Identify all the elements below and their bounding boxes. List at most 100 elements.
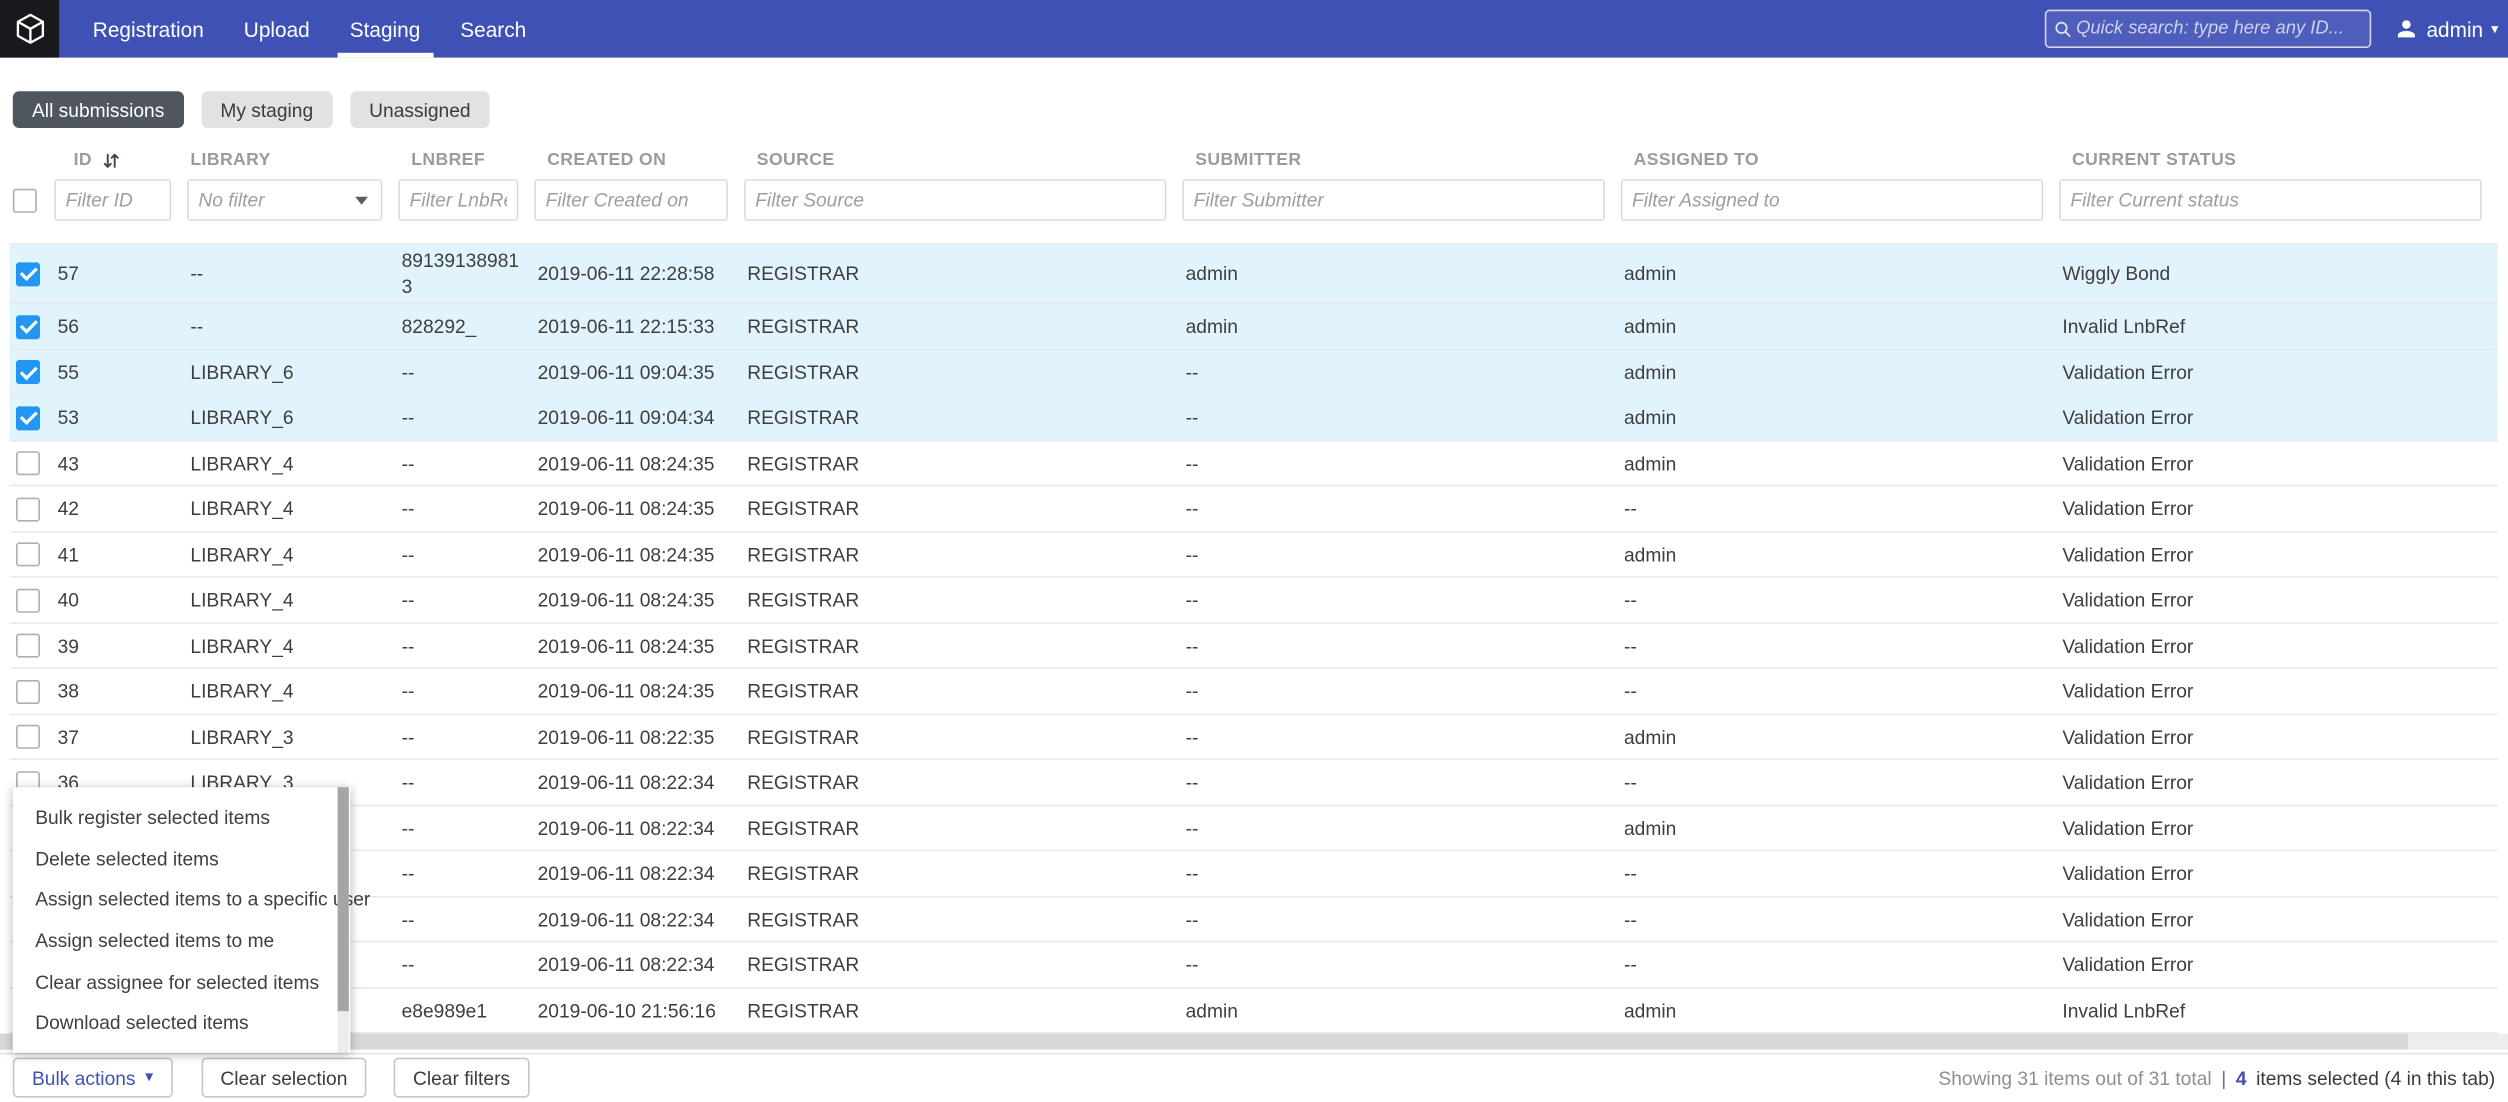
cell-submitter: -- [1182,677,1620,706]
row-checkbox[interactable] [16,406,40,430]
cell-source: REGISTRAR [744,768,1182,797]
row-checkbox[interactable] [16,262,40,286]
row-checkbox[interactable] [16,588,40,612]
table-row[interactable]: 36 LIBRARY_3 -- 2019-06-11 08:22:34 REGI… [10,761,2497,807]
column-header-current-status[interactable]: CURRENT STATUS [2059,150,2497,169]
column-header-id[interactable]: ID [54,150,187,171]
cell-current-status: Validation Error [2059,814,2497,843]
user-menu[interactable]: admin ▾ [2393,16,2499,42]
cell-assigned-to: -- [1621,495,2059,524]
nav-item-upload[interactable]: Upload [231,0,323,58]
cell-current-status: Validation Error [2059,631,2497,660]
table-row[interactable]: -- 2019-06-11 08:22:34 REGISTRAR -- -- V… [10,897,2497,943]
table-header: ID LIBRARY LNBREF CREATED ON SOURCE SUBM… [10,146,2497,175]
column-header-library[interactable]: LIBRARY [187,150,398,169]
cell-submitter: admin [1182,312,1620,341]
cell-assigned-to: admin [1621,403,2059,432]
nav-item-staging[interactable]: Staging [337,0,433,58]
filter-library-select[interactable]: No filter [187,179,382,221]
row-checkbox[interactable] [16,679,40,703]
cell-created-on: 2019-06-11 09:04:34 [534,403,744,432]
filter-source-input[interactable] [744,179,1166,221]
cell-current-status: Validation Error [2059,723,2497,752]
menu-item-assign-selected-items-to-me[interactable]: Assign selected items to me [13,920,335,961]
column-header-submitter[interactable]: SUBMITTER [1182,150,1620,169]
column-header-assigned-to[interactable]: ASSIGNED TO [1621,150,2059,169]
cell-created-on: 2019-06-11 08:24:35 [534,586,744,615]
table-row[interactable]: 39 LIBRARY_4 -- 2019-06-11 08:24:35 REGI… [10,624,2497,670]
row-checkbox[interactable] [16,634,40,658]
column-label: LIBRARY [190,150,270,169]
app-logo[interactable] [0,0,59,58]
row-checkbox[interactable] [16,360,40,384]
filter-assigned-to-input[interactable] [1621,179,2043,221]
row-checkbox[interactable] [16,725,40,749]
cell-assigned-to: admin [1621,260,2059,289]
table-row[interactable]: 40 LIBRARY_4 -- 2019-06-11 08:24:35 REGI… [10,578,2497,624]
cell-current-status: Validation Error [2059,586,2497,615]
filter-submitter-input[interactable] [1182,179,1604,221]
cell-assigned-to: -- [1621,951,2059,980]
row-checkbox[interactable] [16,315,40,339]
row-checkbox[interactable] [16,543,40,567]
table-row[interactable]: 37 LIBRARY_3 -- 2019-06-11 08:22:35 REGI… [10,715,2497,761]
filter-current-status-input[interactable] [2059,179,2481,221]
quick-search-input[interactable] [2073,19,2363,38]
cell-created-on: 2019-06-11 08:22:34 [534,951,744,980]
cell-lnbref: -- [398,766,534,798]
search-icon [2052,18,2073,39]
bulk-actions-menu: Bulk register selected itemsDelete selec… [13,787,351,1053]
clear-filters-button[interactable]: Clear filters [394,1058,530,1098]
menu-item-download-selected-items[interactable]: Download selected items [13,1002,335,1043]
cube-icon [12,11,47,46]
table-row[interactable]: -- 2019-06-11 08:22:34 REGISTRAR -- admi… [10,806,2497,852]
nav-item-search[interactable]: Search [447,0,539,58]
cell-checkbox [10,722,55,752]
cell-library: -- [187,260,398,289]
menu-item-bulk-register-selected-items[interactable]: Bulk register selected items [13,797,335,838]
table-row[interactable]: -- 2019-06-11 08:22:34 REGISTRAR -- -- V… [10,852,2497,898]
column-header-lnbref[interactable]: LNBREF [398,150,534,169]
filter-lnbref-input[interactable] [398,179,518,221]
bulk-actions-button[interactable]: Bulk actions ▾ [13,1058,173,1098]
row-checkbox[interactable] [16,497,40,521]
horizontal-scrollbar[interactable] [0,1034,2508,1050]
cell-source: REGISTRAR [744,677,1182,706]
table-row[interactable]: 42 LIBRARY_4 -- 2019-06-11 08:24:35 REGI… [10,487,2497,533]
filter-created-on-input[interactable] [534,179,728,221]
table-row[interactable]: 53 LIBRARY_6 -- 2019-06-11 09:04:34 REGI… [10,396,2497,442]
tab-all-submissions[interactable]: All submissions [13,91,184,128]
cell-checkbox [10,676,55,706]
sort-icon[interactable] [100,150,121,171]
table-row[interactable]: 43 LIBRARY_4 -- 2019-06-11 08:24:35 REGI… [10,441,2497,487]
row-checkbox[interactable] [16,451,40,475]
select-all-checkbox[interactable] [13,188,37,212]
top-navbar: RegistrationUploadStagingSearch admin ▾ [0,0,2508,58]
table-row[interactable]: 38 LIBRARY_4 -- 2019-06-11 08:24:35 REGI… [10,669,2497,715]
cell-checkbox [10,539,55,569]
table-row[interactable]: 57 -- 891391389813 2019-06-11 22:28:58 R… [10,245,2497,305]
nav-item-registration[interactable]: Registration [80,0,217,58]
table-row[interactable]: e8e989e1 2019-06-10 21:56:16 REGISTRAR a… [10,989,2497,1035]
menu-scrollbar-thumb[interactable] [338,787,349,1011]
tab-my-staging[interactable]: My staging [201,91,332,128]
cell-source: REGISTRAR [744,403,1182,432]
filter-row: No filter [10,179,2497,221]
horizontal-scrollbar-thumb[interactable] [0,1034,2408,1050]
column-header-created-on[interactable]: CREATED ON [534,150,744,169]
table-row[interactable]: 41 LIBRARY_4 -- 2019-06-11 08:24:35 REGI… [10,533,2497,579]
clear-selection-button[interactable]: Clear selection [201,1058,366,1098]
menu-scrollbar[interactable] [338,787,349,1053]
table-row[interactable]: 55 LIBRARY_6 -- 2019-06-11 09:04:35 REGI… [10,350,2497,396]
bulk-actions-menu-items: Bulk register selected itemsDelete selec… [13,797,335,1043]
menu-item-delete-selected-items[interactable]: Delete selected items [13,838,335,879]
table-row[interactable]: 56 -- 828292_ 2019-06-11 22:15:33 REGIST… [10,305,2497,351]
tab-unassigned[interactable]: Unassigned [350,91,490,128]
cell-source: REGISTRAR [744,951,1182,980]
cell-source: REGISTRAR [744,723,1182,752]
filter-id-input[interactable] [54,179,171,221]
table-row[interactable]: -- 2019-06-11 08:22:34 REGISTRAR -- -- V… [10,943,2497,989]
menu-item-clear-assignee-for-selected-items[interactable]: Clear assignee for selected items [13,961,335,1002]
menu-item-assign-selected-items-to-a-specific-user[interactable]: Assign selected items to a specific user [13,879,335,920]
column-header-source[interactable]: SOURCE [744,150,1182,169]
